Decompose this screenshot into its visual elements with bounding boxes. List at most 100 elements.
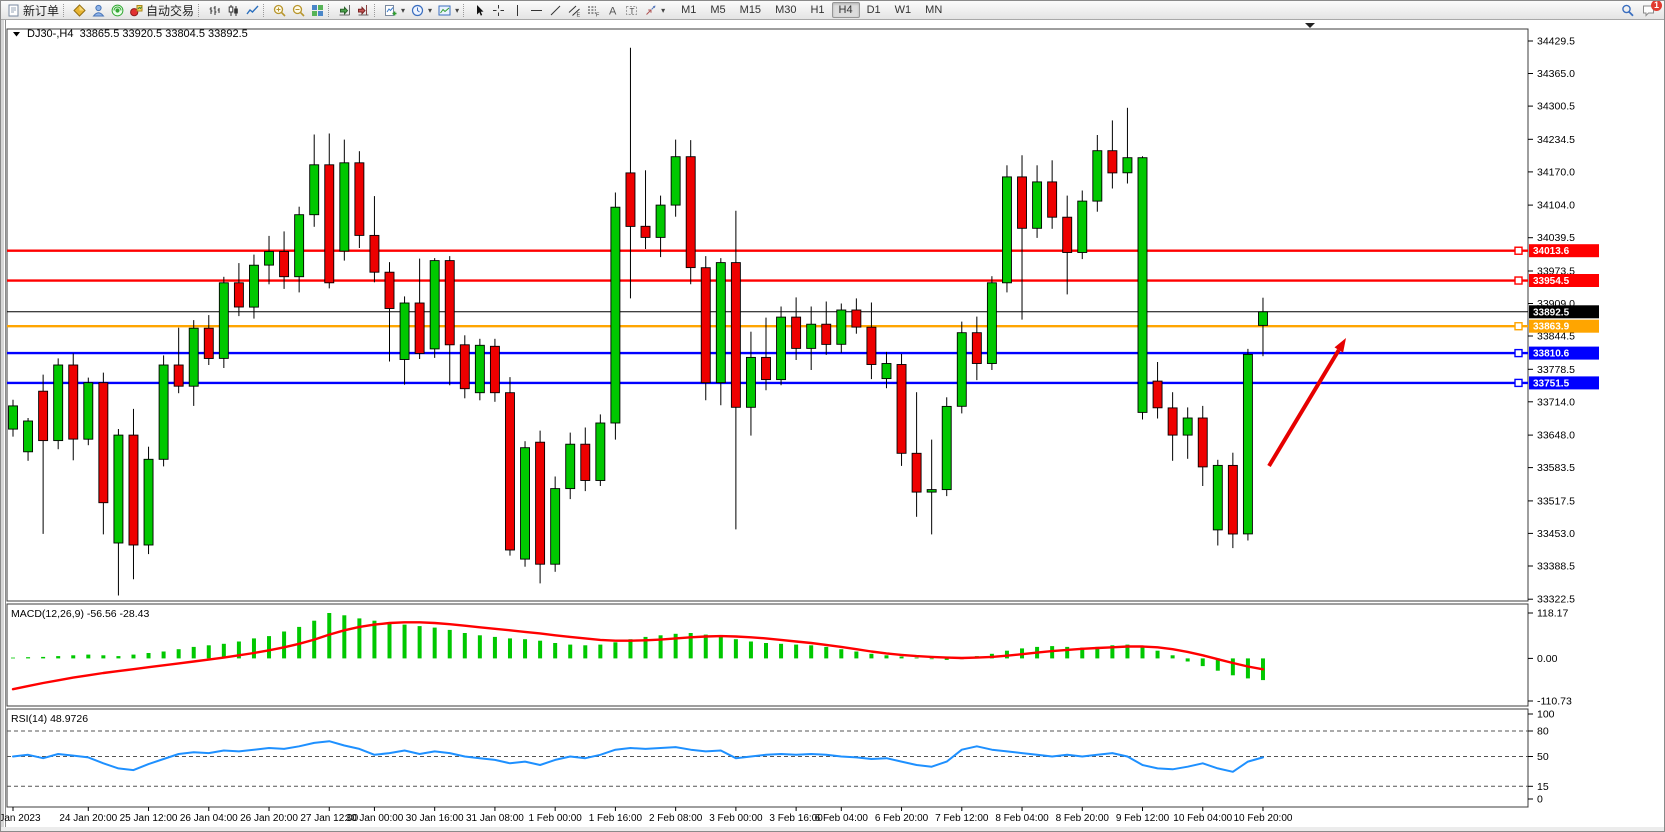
candle: [1123, 158, 1132, 173]
timeframe-m5-button[interactable]: M5: [703, 2, 732, 18]
macd-histogram-bar: [86, 655, 90, 659]
timeframe-mn-button[interactable]: MN: [918, 2, 949, 18]
vline-button[interactable]: [508, 2, 527, 18]
auto-scroll-button[interactable]: [335, 2, 354, 18]
price-tick-label: 34039.5: [1537, 232, 1575, 244]
profile-icon: [92, 4, 105, 17]
candle: [505, 393, 514, 550]
cursor-button[interactable]: [470, 2, 489, 18]
trendline-button[interactable]: [546, 2, 565, 18]
market-watch-button[interactable]: [70, 2, 89, 18]
macd-histogram-bar: [1156, 651, 1160, 659]
chevron-down-icon[interactable]: ▾: [428, 6, 432, 15]
fibonacci-button[interactable]: F: [584, 2, 603, 18]
zoom-in-button[interactable]: [270, 2, 289, 18]
hline-button[interactable]: [527, 2, 546, 18]
arrows-button[interactable]: ▾: [641, 2, 668, 18]
macd-histogram-bar: [101, 655, 105, 658]
chevron-down-icon[interactable]: ▾: [401, 6, 405, 15]
candle: [1002, 177, 1011, 283]
candle: [1093, 151, 1102, 201]
rsi-label: RSI(14) 48.9726: [11, 713, 88, 725]
macd-histogram-bar: [809, 645, 813, 658]
chat-button[interactable]: 1: [1642, 4, 1655, 17]
svg-text:33863.9: 33863.9: [1533, 322, 1570, 333]
search-button[interactable]: [1621, 4, 1634, 17]
hline-handle[interactable]: [1515, 323, 1522, 330]
autotrade-icon: [130, 4, 143, 17]
chevron-down-icon[interactable]: ▾: [455, 6, 459, 15]
new-order-button[interactable]: 新订单: [4, 2, 62, 18]
candle: [460, 345, 469, 389]
candle: [9, 406, 18, 429]
hline-handle[interactable]: [1515, 350, 1522, 357]
hline-handle[interactable]: [1515, 247, 1522, 254]
time-tick-label: 25 Jan 12:00: [120, 813, 178, 824]
candle: [189, 328, 198, 386]
time-tick-label: 6 Feb 20:00: [875, 813, 929, 824]
hline-handle[interactable]: [1515, 379, 1522, 386]
macd-label: MACD(12,26,9) -56.56 -28.43: [11, 608, 149, 620]
candle: [611, 207, 620, 423]
time-tick-label: 26 Jan 20:00: [240, 813, 298, 824]
chart-title: DJ30-,H4 33865.5 33920.5 33804.5 33892.5: [13, 28, 248, 40]
macd-histogram-bar: [478, 635, 482, 658]
macd-histogram-bar: [583, 645, 587, 658]
timeframe-m30-button[interactable]: M30: [768, 2, 803, 18]
svg-text:0.00: 0.00: [1537, 653, 1558, 665]
candle: [129, 435, 138, 545]
tile-windows-button[interactable]: [308, 2, 327, 18]
timeframe-w1-button[interactable]: W1: [888, 2, 919, 18]
text-button[interactable]: A: [603, 2, 622, 18]
channel-button[interactable]: E: [565, 2, 584, 18]
time-tick-label: 3 Feb 00:00: [709, 813, 763, 824]
top-toolbar: 新订单 自动交易 ▾ ▾ ▾ EFAT ▾ M1M5M15M30H1H4D1W1MN 1: [1, 1, 1664, 20]
profile-button[interactable]: [89, 2, 108, 18]
zoom-out-button[interactable]: [289, 2, 308, 18]
macd-histogram-bar: [734, 639, 738, 658]
time-tick-label: 30 Jan 00:00: [346, 813, 404, 824]
svg-text:A: A: [609, 5, 617, 17]
crosshair-icon: [492, 4, 505, 17]
vline-icon: [511, 4, 524, 17]
periods-button[interactable]: ▾: [408, 2, 435, 18]
templates-button[interactable]: ▾: [435, 2, 462, 18]
candle: [234, 283, 243, 307]
price-tick-label: 33714.0: [1537, 396, 1575, 408]
crosshair-button[interactable]: [489, 2, 508, 18]
candle: [942, 406, 951, 489]
macd-histogram-bar: [613, 642, 617, 658]
candle: [1018, 177, 1027, 228]
candle: [626, 173, 635, 227]
macd-histogram-bar: [11, 658, 15, 659]
candle: [415, 303, 424, 353]
hline-handle[interactable]: [1515, 277, 1522, 284]
line-chart-button[interactable]: [243, 2, 262, 18]
macd-histogram-bar: [1231, 658, 1235, 675]
timeframe-m15-button[interactable]: M15: [733, 2, 768, 18]
macd-histogram-bar: [342, 615, 346, 658]
macd-histogram-bar: [448, 630, 452, 659]
timeframe-group: M1M5M15M30H1H4D1W1MN: [674, 2, 949, 18]
chart-canvas[interactable]: MACD(12,26,9) -56.56 -28.43 RSI(14) 48.97…: [1, 1, 1665, 832]
autotrade-button[interactable]: 自动交易: [127, 2, 197, 18]
label-button[interactable]: T: [622, 2, 641, 18]
timeframe-d1-button[interactable]: D1: [860, 2, 888, 18]
candle-chart-button[interactable]: [224, 2, 243, 18]
signal-button[interactable]: [108, 2, 127, 18]
candle: [84, 383, 93, 440]
chart-shift-button[interactable]: [354, 2, 373, 18]
svg-text:100: 100: [1537, 709, 1555, 721]
candle: [822, 324, 831, 344]
bar-chart-button[interactable]: [205, 2, 224, 18]
macd-histogram-bar: [568, 645, 572, 659]
text-a-icon: A: [606, 4, 619, 17]
chevron-down-icon[interactable]: ▾: [661, 6, 665, 15]
timeframe-h1-button[interactable]: H1: [803, 2, 831, 18]
indicators-button[interactable]: ▾: [381, 2, 408, 18]
macd-histogram-bar: [794, 645, 798, 659]
timeframe-h4-button[interactable]: H4: [832, 2, 860, 18]
candle: [867, 327, 876, 364]
timeframe-m1-button[interactable]: M1: [674, 2, 703, 18]
candle: [325, 165, 334, 283]
